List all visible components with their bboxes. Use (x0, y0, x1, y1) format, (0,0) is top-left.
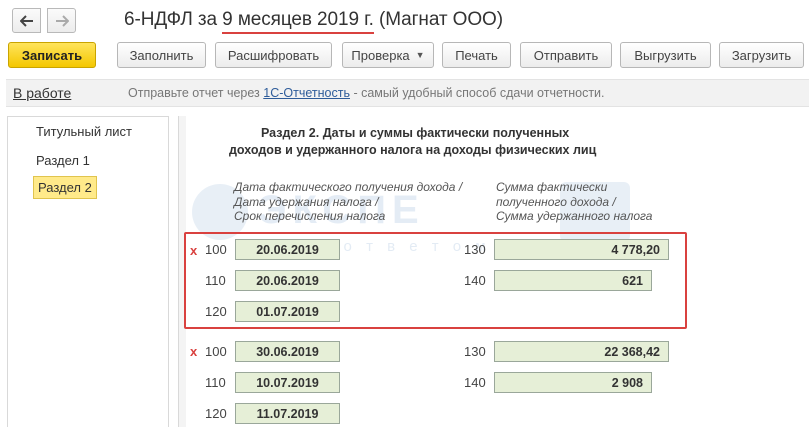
status-message: Отправьте отчет через 1С-Отчетность - са… (128, 86, 605, 100)
column-header-left-2: Дата удержания налога / (234, 195, 379, 209)
arrow-right-icon (55, 14, 69, 27)
section-heading-line1: Раздел 2. Даты и суммы фактически получе… (261, 126, 570, 140)
print-button[interactable]: Печать (442, 42, 511, 68)
section-heading-line2: доходов и удержанного налога на доходы ф… (229, 143, 597, 157)
column-header-right-1: Сумма фактически (496, 180, 608, 194)
status-link[interactable]: В работе (13, 85, 71, 101)
reporting-link[interactable]: 1С-Отчетность (263, 86, 350, 100)
column-header-left-1: Дата фактического получения дохода / (234, 180, 463, 194)
code-100-label: 100 (205, 344, 227, 359)
send-button[interactable]: Отправить (520, 42, 612, 68)
decode-button[interactable]: Расшифровать (215, 42, 332, 68)
load-button[interactable]: Загрузить (719, 42, 804, 68)
column-header-right-2: полученного дохода / (496, 195, 616, 209)
check-button[interactable]: Проверка ▼ (342, 42, 434, 68)
delete-block-2-icon[interactable]: x (190, 344, 197, 359)
income-date-field[interactable]: 30.06.2019 (235, 341, 340, 362)
sidebar-item-title-page[interactable]: Титульный лист (36, 124, 132, 139)
sidebar-item-section-2[interactable]: Раздел 2 (33, 176, 97, 199)
column-header-left-3: Срок перечисления налога (234, 209, 386, 223)
arrow-left-icon (19, 14, 33, 27)
chevron-down-icon: ▼ (415, 50, 425, 60)
tax-amount-field[interactable]: 2 908 (494, 372, 652, 393)
income-amount-field[interactable]: 22 368,42 (494, 341, 669, 362)
column-header-right-3: Сумма удержанного налога (496, 209, 653, 223)
save-button[interactable]: Записать (8, 42, 96, 68)
sidebar-item-section-1[interactable]: Раздел 1 (36, 153, 90, 168)
forward-button[interactable] (47, 8, 76, 33)
code-140-label: 140 (464, 375, 486, 390)
tax-transfer-date-field[interactable]: 11.07.2019 (235, 403, 340, 424)
check-button-label: Проверка (351, 47, 410, 63)
title-underline (222, 32, 374, 34)
highlight-frame (184, 232, 687, 329)
code-120-label: 120 (205, 406, 227, 421)
upload-button[interactable]: Выгрузить (620, 42, 711, 68)
fill-button[interactable]: Заполнить (117, 42, 206, 68)
code-130-label: 130 (464, 344, 486, 359)
back-button[interactable] (12, 8, 41, 33)
code-110-label: 110 (205, 375, 226, 390)
tax-withheld-date-field[interactable]: 10.07.2019 (235, 372, 340, 393)
page-title: 6-НДФЛ за 9 месяцев 2019 г. (Магнат ООО) (124, 9, 503, 30)
